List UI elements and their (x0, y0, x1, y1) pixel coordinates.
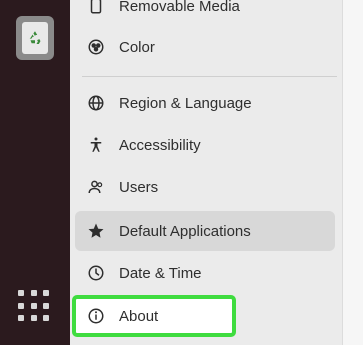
dock (0, 0, 70, 345)
star-icon (85, 220, 107, 242)
sidebar-item-label: Users (119, 178, 159, 196)
trash-button[interactable] (16, 16, 54, 60)
sidebar-item-removable-media[interactable]: Removable Media (75, 0, 335, 26)
divider (82, 76, 337, 77)
recycle-icon (22, 22, 48, 54)
settings-sidebar: Removable Media Color Region & Language … (70, 0, 342, 345)
accessibility-icon (85, 134, 107, 156)
globe-icon (85, 92, 107, 114)
color-icon (85, 36, 107, 58)
sidebar-item-label: Region & Language (119, 94, 252, 112)
sidebar-item-date-time[interactable]: Date & Time (75, 253, 335, 293)
users-icon (85, 176, 107, 198)
sidebar-item-label: Removable Media (119, 0, 240, 15)
clock-icon (85, 262, 107, 284)
sidebar-item-label: Color (119, 38, 155, 56)
sidebar-item-default-applications[interactable]: Default Applications (75, 211, 335, 251)
sidebar-item-label: Date & Time (119, 264, 202, 282)
sidebar-item-region-language[interactable]: Region & Language (75, 83, 335, 123)
sidebar-item-accessibility[interactable]: Accessibility (75, 125, 335, 165)
sidebar-item-about[interactable]: About (72, 295, 236, 337)
sidebar-item-color[interactable]: Color (75, 27, 335, 67)
content-pane (342, 0, 363, 345)
info-icon (85, 305, 107, 327)
sidebar-item-label: Accessibility (119, 136, 201, 154)
media-icon (85, 0, 107, 17)
sidebar-item-label: About (119, 307, 159, 325)
sidebar-item-label: Default Applications (119, 222, 251, 240)
sidebar-item-users[interactable]: Users (75, 167, 335, 207)
show-applications-button[interactable] (18, 290, 52, 324)
